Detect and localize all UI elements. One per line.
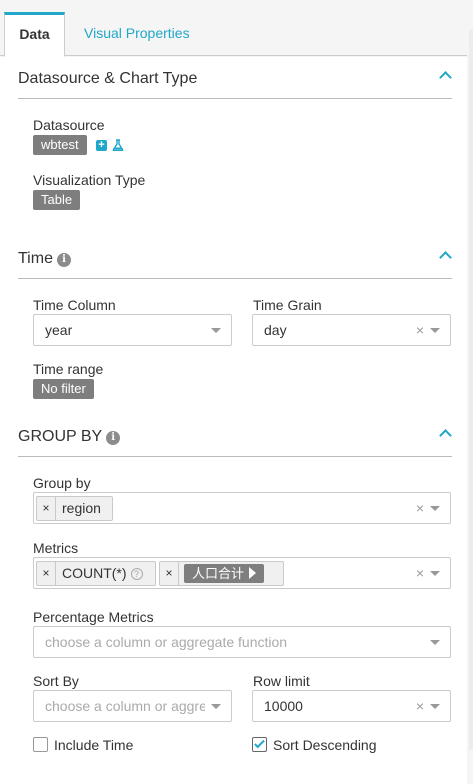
sort-by-select[interactable]: choose a column or aggre... — [33, 690, 232, 722]
tab-visual-properties[interactable]: Visual Properties — [84, 12, 190, 56]
section-title-text: Time — [18, 250, 53, 267]
remove-chip-icon[interactable]: × — [37, 562, 56, 585]
sort-descending-label: Sort Descending — [273, 737, 377, 753]
datasource-label: Datasource — [33, 117, 105, 133]
time-grain-label: Time Grain — [253, 297, 322, 313]
section-header-time[interactable]: Time i — [18, 237, 452, 279]
time-range-label: Time range — [33, 361, 104, 377]
section-title: Time i — [18, 250, 71, 268]
select-placeholder: choose a column or aggregate function — [45, 634, 288, 650]
row-limit-select[interactable]: 10000 × — [252, 690, 451, 722]
chevron-up-icon[interactable] — [439, 251, 452, 264]
sort-by-label: Sort By — [33, 673, 79, 689]
tab-data[interactable]: Data — [4, 12, 65, 57]
select-placeholder: choose a column or aggre... — [45, 698, 205, 714]
metric-chip: × 人口合计 — [159, 561, 284, 586]
metrics-label: Metrics — [33, 540, 79, 556]
chip-label: COUNT(*)? — [62, 565, 143, 581]
clear-icon[interactable]: × — [416, 500, 424, 516]
row-limit-label: Row limit — [253, 673, 310, 689]
time-column-label: Time Column — [33, 297, 116, 313]
metrics-select[interactable]: × COUNT(*)? × 人口合计 × — [33, 557, 451, 589]
group-by-label: Group by — [33, 475, 91, 491]
sort-descending-checkbox[interactable] — [252, 737, 267, 752]
percentage-metrics-select[interactable]: choose a column or aggregate function — [33, 626, 451, 658]
remove-chip-icon[interactable]: × — [37, 497, 56, 520]
question-icon[interactable]: ? — [130, 568, 143, 580]
section-title-text: GROUP BY — [18, 428, 103, 445]
group-by-select[interactable]: × region × — [33, 492, 451, 524]
datasource-button[interactable]: wbtest — [33, 135, 87, 155]
plus-icon[interactable]: + — [96, 140, 107, 151]
caret-down-icon[interactable] — [430, 704, 440, 709]
include-time-checkbox[interactable] — [33, 737, 48, 752]
info-icon: i — [106, 431, 121, 445]
caret-down-icon[interactable] — [430, 571, 440, 576]
time-grain-select[interactable]: day × — [252, 314, 451, 346]
chip-label: region — [62, 500, 101, 516]
checkmark-icon — [254, 737, 265, 749]
metric-chip: × COUNT(*)? — [36, 561, 156, 586]
metric-pill[interactable]: 人口合计 — [184, 564, 265, 583]
caret-down-icon[interactable] — [430, 640, 440, 645]
clear-icon[interactable]: × — [416, 565, 424, 581]
remove-chip-icon[interactable]: × — [160, 562, 179, 585]
scrollbar-thumb[interactable] — [469, 30, 473, 750]
section-title: Datasource & Chart Type — [18, 70, 198, 87]
info-icon: i — [56, 253, 71, 267]
flask-icon[interactable] — [112, 139, 124, 151]
triangle-right-icon — [249, 567, 257, 579]
select-value: day — [264, 322, 287, 338]
section-title: GROUP BY i — [18, 428, 121, 446]
group-by-chip: × region — [36, 496, 113, 521]
caret-down-icon[interactable] — [211, 328, 221, 333]
time-range-button[interactable]: No filter — [33, 379, 94, 399]
include-time-label: Include Time — [54, 737, 134, 753]
chevron-up-icon[interactable] — [439, 429, 452, 442]
tab-bar: Data Visual Properties — [0, 0, 467, 57]
scrollbar[interactable] — [467, 0, 473, 784]
caret-down-icon[interactable] — [430, 328, 440, 333]
select-value: year — [45, 322, 73, 338]
section-header-groupby[interactable]: GROUP BY i — [18, 415, 452, 457]
select-value: 10000 — [264, 698, 303, 714]
section-header-datasource[interactable]: Datasource & Chart Type — [18, 57, 452, 99]
chevron-up-icon[interactable] — [439, 71, 452, 84]
viz-type-label: Visualization Type — [33, 172, 146, 188]
percentage-metrics-label: Percentage Metrics — [33, 609, 154, 625]
clear-icon[interactable]: × — [416, 322, 424, 338]
metric-name: 人口合计 — [192, 566, 245, 581]
caret-down-icon[interactable] — [211, 704, 221, 709]
clear-icon[interactable]: × — [416, 698, 424, 714]
metric-name: COUNT(*) — [62, 565, 127, 581]
viz-type-button[interactable]: Table — [33, 190, 81, 210]
time-column-select[interactable]: year — [33, 314, 232, 346]
control-panel: Datasource & Chart Type Datasource wbtes… — [0, 57, 467, 784]
caret-down-icon[interactable] — [430, 506, 440, 511]
